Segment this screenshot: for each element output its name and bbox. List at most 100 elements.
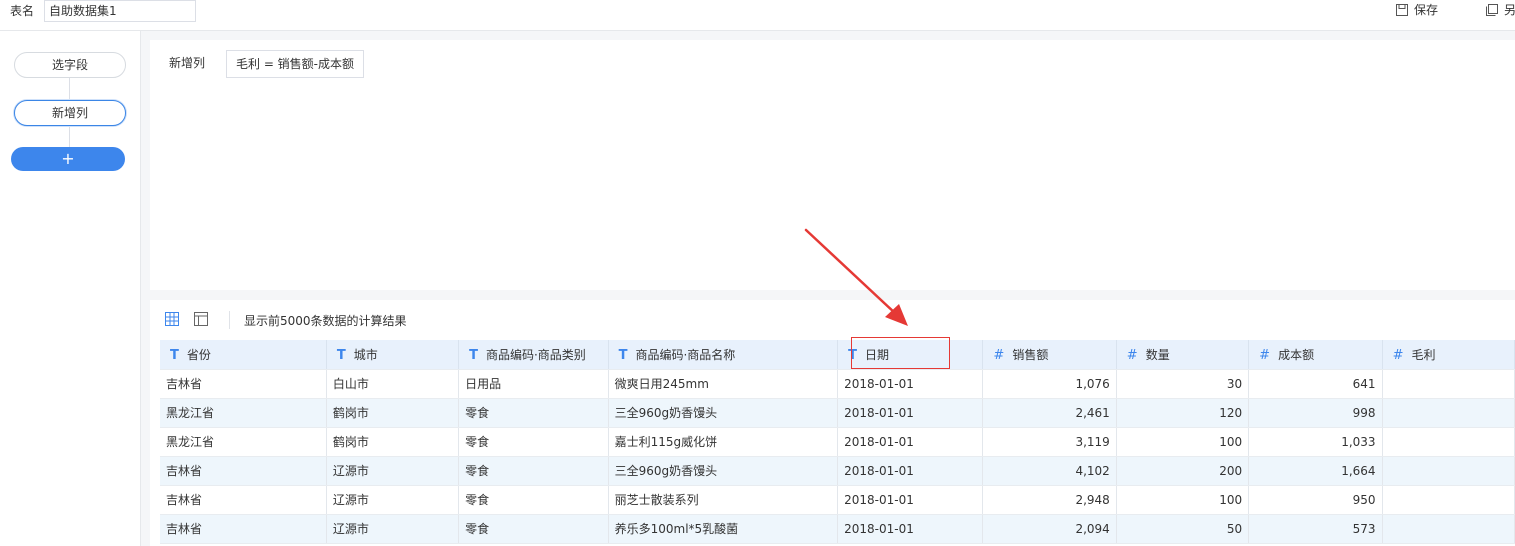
table-cell: 吉林省 bbox=[160, 369, 327, 399]
formula-chip[interactable]: 毛利 = 销售额-成本额 bbox=[226, 50, 365, 78]
table-cell bbox=[1382, 514, 1515, 544]
table-cell: 641 bbox=[1248, 369, 1383, 399]
table-cell: 微爽日用245mm bbox=[608, 369, 839, 399]
text-type-icon: T bbox=[469, 347, 478, 363]
table-cell: 4,102 bbox=[982, 456, 1117, 486]
table-cell: 50 bbox=[1116, 514, 1250, 544]
column-header[interactable]: # 成本额 bbox=[1248, 340, 1383, 370]
table-cell: 2018-01-01 bbox=[837, 369, 984, 399]
column-name: 销售额 bbox=[1012, 347, 1049, 362]
table-cell: 养乐多100ml*5乳酸菌 bbox=[608, 514, 839, 544]
save-icon bbox=[1396, 4, 1408, 16]
column-name: 日期 bbox=[865, 347, 890, 362]
table-cell: 零食 bbox=[458, 398, 609, 428]
data-preview-table: T 省份 T 城市 T 商品编码·商品类别 T 商品编码·商品名称 T 日期 # 销售额 #… bbox=[160, 340, 1515, 544]
column-header[interactable]: T 城市 bbox=[326, 340, 460, 370]
table-cell: 998 bbox=[1248, 398, 1383, 428]
top-bar: 表名 保存 另 bbox=[0, 0, 1515, 31]
text-type-icon: T bbox=[336, 347, 346, 363]
step-connector bbox=[69, 77, 70, 99]
table-cell bbox=[1382, 427, 1515, 457]
table-cell bbox=[1382, 456, 1515, 486]
table-row: 吉林省 辽源市 零食 三全960g奶香馒头 2018-01-01 4,102 200 1,66… bbox=[160, 456, 1515, 486]
add-step-button[interactable]: + bbox=[11, 147, 125, 171]
config-label: 新增列 bbox=[169, 56, 206, 70]
table-name-input[interactable] bbox=[44, 0, 196, 22]
table-cell: 1,664 bbox=[1248, 456, 1383, 486]
column-name: 省份 bbox=[186, 347, 211, 362]
layout-view-icon[interactable] bbox=[194, 312, 208, 326]
text-type-icon: T bbox=[170, 347, 179, 363]
table-cell bbox=[1382, 485, 1515, 515]
table-cell: 30 bbox=[1116, 369, 1250, 399]
table-cell: 2018-01-01 bbox=[837, 485, 984, 515]
column-header[interactable]: T 商品编码·商品类别 bbox=[458, 340, 609, 370]
preview-info-text: 显示前5000条数据的计算结果 bbox=[244, 314, 407, 328]
table-cell: 2,094 bbox=[982, 514, 1117, 544]
step-connector bbox=[69, 125, 70, 147]
table-cell: 日用品 bbox=[458, 369, 609, 399]
table-cell: 嘉士利115g威化饼 bbox=[608, 427, 839, 457]
table-cell: 573 bbox=[1248, 514, 1383, 544]
save-label: 保存 bbox=[1414, 3, 1439, 17]
table-row: 黑龙江省 鹤岗市 零食 三全960g奶香馒头 2018-01-01 2,461 120 998 bbox=[160, 398, 1515, 428]
table-cell: 三全960g奶香馒头 bbox=[608, 398, 839, 428]
table-cell: 2018-01-01 bbox=[837, 398, 984, 428]
table-cell: 2,948 bbox=[982, 485, 1117, 515]
number-type-icon: # bbox=[1259, 347, 1271, 363]
table-cell: 零食 bbox=[458, 427, 609, 457]
number-type-icon: # bbox=[1392, 347, 1404, 363]
column-header[interactable]: T 商品编码·商品名称 bbox=[608, 340, 839, 370]
column-header[interactable]: # 毛利 bbox=[1382, 340, 1515, 370]
table-cell: 吉林省 bbox=[160, 514, 327, 544]
table-cell: 辽源市 bbox=[326, 456, 460, 486]
column-header[interactable]: T 日期 bbox=[837, 340, 984, 370]
save-button[interactable]: 保存 bbox=[1396, 2, 1438, 18]
table-cell: 辽源市 bbox=[326, 514, 460, 544]
table-row: 吉林省 白山市 日用品 微爽日用245mm 2018-01-01 1,076 30 641 bbox=[160, 369, 1515, 399]
table-cell: 2,461 bbox=[982, 398, 1117, 428]
column-header[interactable]: # 数量 bbox=[1116, 340, 1250, 370]
table-cell: 零食 bbox=[458, 514, 609, 544]
column-name: 商品编码·商品类别 bbox=[485, 347, 586, 362]
step-add-column[interactable]: 新增列 bbox=[14, 100, 126, 126]
column-name: 数量 bbox=[1145, 347, 1170, 362]
preview-panel: 显示前5000条数据的计算结果 T 省份 T 城市 T 商品编码·商品类别 T 商品编码… bbox=[150, 300, 1515, 546]
table-cell: 2018-01-01 bbox=[837, 456, 984, 486]
grid-view-icon[interactable] bbox=[165, 312, 179, 326]
table-cell: 950 bbox=[1248, 485, 1383, 515]
save-as-button[interactable]: 另 bbox=[1486, 2, 1515, 18]
table-cell: 丽芝士散装系列 bbox=[608, 485, 839, 515]
column-config-panel: 新增列 毛利 = 销售额-成本额 bbox=[150, 40, 1515, 290]
step-select-fields[interactable]: 选字段 bbox=[14, 52, 126, 78]
table-cell: 2018-01-01 bbox=[837, 427, 984, 457]
table-cell: 黑龙江省 bbox=[160, 398, 327, 428]
table-name-label: 表名 bbox=[10, 4, 35, 18]
column-name: 毛利 bbox=[1411, 347, 1436, 362]
column-header[interactable]: T 省份 bbox=[160, 340, 327, 370]
table-cell: 白山市 bbox=[326, 369, 460, 399]
table-cell: 2018-01-01 bbox=[837, 514, 984, 544]
table-row: 黑龙江省 鹤岗市 零食 嘉士利115g威化饼 2018-01-01 3,119 100 1,0… bbox=[160, 427, 1515, 457]
table-cell: 120 bbox=[1116, 398, 1250, 428]
table-cell: 1,033 bbox=[1248, 427, 1383, 457]
table-cell bbox=[1382, 369, 1515, 399]
step-panel: 选字段 新增列 + bbox=[0, 31, 141, 546]
table-cell: 三全960g奶香馒头 bbox=[608, 456, 839, 486]
table-row: 吉林省 辽源市 零食 养乐多100ml*5乳酸菌 2018-01-01 2,094 50 57… bbox=[160, 514, 1515, 544]
table-row: 吉林省 辽源市 零食 丽芝士散装系列 2018-01-01 2,948 100 950 bbox=[160, 485, 1515, 515]
column-header[interactable]: # 销售额 bbox=[982, 340, 1117, 370]
toolbar-divider bbox=[229, 311, 230, 329]
column-name: 城市 bbox=[353, 347, 378, 362]
table-cell: 零食 bbox=[458, 485, 609, 515]
table-cell: 100 bbox=[1116, 485, 1250, 515]
table-cell: 吉林省 bbox=[160, 456, 327, 486]
column-name: 商品编码·商品名称 bbox=[635, 347, 736, 362]
text-type-icon: T bbox=[618, 347, 628, 363]
table-cell: 100 bbox=[1116, 427, 1250, 457]
column-name: 成本额 bbox=[1278, 347, 1315, 362]
table-cell: 鹤岗市 bbox=[326, 427, 460, 457]
table-cell: 200 bbox=[1116, 456, 1250, 486]
save-as-icon bbox=[1486, 4, 1498, 16]
table-cell: 1,076 bbox=[982, 369, 1117, 399]
